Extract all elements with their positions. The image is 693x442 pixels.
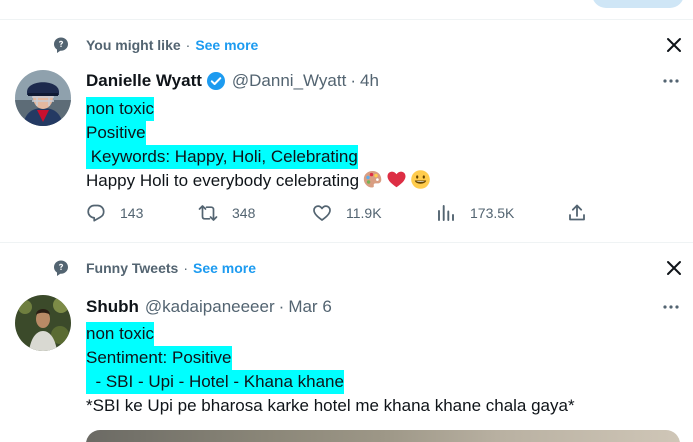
tweet-line: - SBI - Upi - Hotel - Khana khane	[86, 370, 666, 394]
highlighted-text: non toxic	[86, 322, 155, 346]
reply-icon	[86, 203, 106, 223]
more-options-icon[interactable]	[661, 71, 681, 91]
artist-palette-icon	[362, 169, 383, 190]
tweet-text: non toxic Positive Keywords: Happy, Holi…	[86, 97, 666, 193]
red-heart-icon	[386, 169, 407, 190]
top-action-button[interactable]	[592, 0, 684, 8]
avatar[interactable]	[15, 295, 71, 351]
tweet-context: You might like · See more	[52, 35, 258, 55]
tweet-media-image[interactable]	[86, 430, 680, 442]
tweet-line: non toxic	[86, 97, 666, 121]
grinning-face-icon	[410, 169, 431, 190]
header-separator: ·	[278, 297, 285, 316]
author-handle[interactable]: @kadaipaneeeer	[145, 297, 275, 317]
tweet-actions: 143 348 11.9K 173.5K	[86, 203, 606, 227]
dismiss-icon[interactable]	[665, 259, 683, 277]
heart-icon	[312, 203, 332, 223]
header-separator: ·	[350, 71, 356, 90]
tweet-card[interactable]: Funny Tweets · See more Shubh @kadaipane…	[0, 244, 693, 442]
tweet-card[interactable]: You might like · See more Danielle Wyatt…	[0, 21, 693, 243]
views-button[interactable]: 173.5K	[436, 203, 514, 223]
tweet-text: non toxic Sentiment: Positive - SBI - Up…	[86, 322, 666, 418]
top-strip	[0, 0, 693, 20]
tweet-line: non toxic	[86, 322, 666, 346]
like-count: 11.9K	[346, 205, 382, 221]
tweet-line-text: *SBI ke Upi pe bharosa karke hotel me kh…	[86, 396, 575, 415]
context-separator: ·	[185, 37, 191, 53]
like-button[interactable]: 11.9K	[312, 203, 382, 223]
tweet-timestamp[interactable]: 4h	[360, 71, 379, 91]
tweet-timestamp[interactable]: Mar 6	[288, 297, 331, 317]
see-more-link[interactable]: See more	[193, 260, 256, 276]
more-options-icon[interactable]	[661, 297, 681, 317]
avatar[interactable]	[15, 70, 71, 126]
highlighted-text: Positive	[86, 121, 146, 145]
share-button[interactable]	[567, 203, 587, 223]
highlighted-text: Keywords: Happy, Holi, Celebrating	[86, 145, 358, 169]
highlighted-text: Sentiment: Positive	[86, 346, 232, 370]
tweet-line: Positive	[86, 121, 666, 145]
author-name[interactable]: Danielle Wyatt	[86, 71, 202, 91]
tweet-context: Funny Tweets · See more	[52, 258, 256, 278]
reply-count: 143	[120, 205, 144, 221]
dismiss-icon[interactable]	[665, 36, 683, 54]
reply-button[interactable]: 143	[86, 203, 143, 223]
context-separator: ·	[183, 260, 188, 276]
retweet-icon	[198, 203, 218, 223]
views-chart-icon	[436, 203, 456, 223]
share-icon	[567, 203, 587, 223]
views-count: 173.5K	[470, 205, 515, 221]
author-handle[interactable]: @Danni_Wyatt	[232, 71, 346, 91]
tweet-header: Danielle Wyatt @Danni_Wyatt · 4h	[86, 70, 379, 92]
context-label: You might like	[86, 37, 181, 53]
see-more-link[interactable]: See more	[195, 37, 258, 53]
retweet-count: 348	[232, 205, 256, 221]
topic-bubble-icon	[52, 36, 70, 54]
topic-bubble-icon	[52, 259, 70, 277]
tweet-line: *SBI ke Upi pe bharosa karke hotel me kh…	[86, 394, 666, 418]
highlighted-text: - SBI - Upi - Hotel - Khana khane	[86, 370, 344, 394]
tweet-line-text: Happy Holi to everybody celebrating	[86, 171, 360, 190]
tweet-line: Keywords: Happy, Holi, Celebrating	[86, 145, 666, 169]
author-name[interactable]: Shubh	[86, 297, 139, 317]
retweet-button[interactable]: 348	[198, 203, 255, 223]
context-label: Funny Tweets	[86, 260, 179, 276]
verified-badge-icon[interactable]	[206, 71, 226, 91]
tweet-line: Sentiment: Positive	[86, 346, 666, 370]
tweet-line: Happy Holi to everybody celebrating	[86, 169, 666, 193]
highlighted-text: non toxic	[86, 97, 155, 121]
tweet-header: Shubh @kadaipaneeeer · Mar 6	[86, 296, 332, 318]
